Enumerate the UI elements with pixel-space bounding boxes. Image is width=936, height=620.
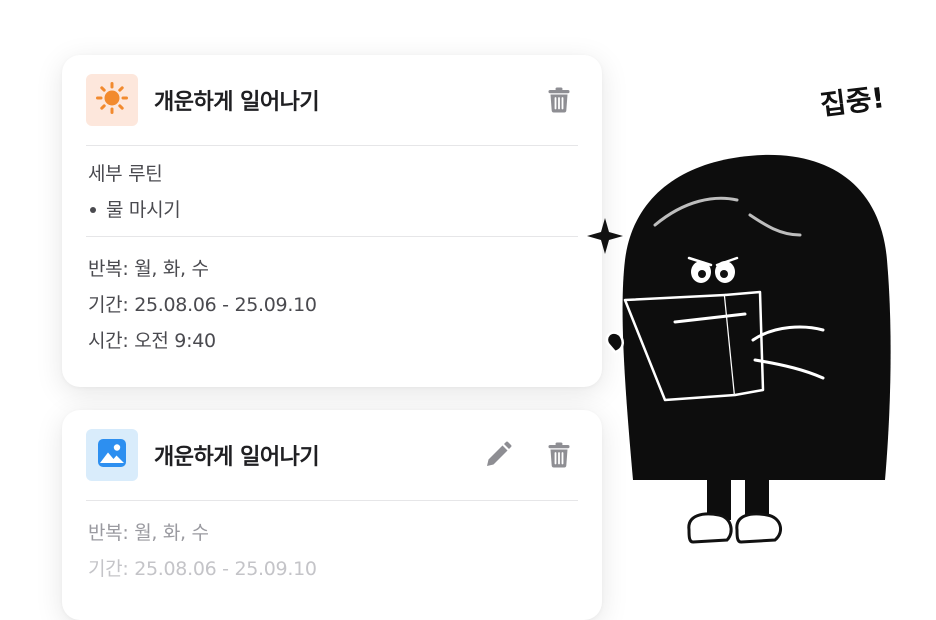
repeat-text: 반복: 월, 화, 수: [88, 522, 209, 544]
trash-icon[interactable]: [548, 87, 570, 113]
image-icon: [97, 438, 127, 472]
period-text: 기간: 25.08.06 - 25.09.10: [88, 294, 317, 316]
right-shoe: [735, 512, 783, 544]
routine-title: 개운하게 일어나기: [154, 445, 320, 470]
left-shoe: [687, 512, 733, 544]
routine-title: 개운하게 일어나기: [154, 90, 320, 115]
routine-card-header: 개운하게 일어나기: [86, 55, 578, 146]
focus-caption: 집중!: [818, 81, 887, 122]
schedule-section: 반복: 월, 화, 수 기간: 25.08.06 - 25.09.10 시간: …: [86, 237, 578, 373]
sub-routine-item: 물 마시기: [88, 192, 576, 228]
sparkle-icon: [587, 218, 623, 254]
routine-icon-box: [86, 74, 138, 126]
routine-card[interactable]: 개운하게 일어나기 세부 루틴 물 마시기 반복: 월, 화, 수 기간: 25…: [62, 55, 602, 387]
sub-routine-section: 세부 루틴 물 마시기: [86, 146, 578, 237]
bullet-icon: [90, 207, 96, 213]
pencil-icon[interactable]: [484, 441, 512, 469]
schedule-section: 반복: 월, 화, 수 기간: 25.08.06 - 25.09.10: [86, 501, 578, 601]
sun-icon: [95, 81, 129, 119]
routine-card[interactable]: 개운하게 일어나기 반복: 월, 화, 수 기간: 25.08.06 - 25.…: [62, 410, 602, 620]
routine-actions: [548, 55, 570, 145]
time-text: 시간: 오전 9:40: [88, 330, 216, 352]
routine-actions: [484, 410, 570, 500]
trash-icon[interactable]: [548, 442, 570, 468]
sub-routine-item-label: 물 마시기: [106, 199, 181, 221]
repeat-text: 반복: 월, 화, 수: [88, 258, 209, 280]
sub-routine-heading: 세부 루틴: [88, 163, 163, 185]
routine-card-header: 개운하게 일어나기: [86, 410, 578, 501]
routine-icon-box: [86, 429, 138, 481]
period-text: 기간: 25.08.06 - 25.09.10: [88, 558, 317, 580]
reading-character-illustration: [587, 154, 891, 544]
